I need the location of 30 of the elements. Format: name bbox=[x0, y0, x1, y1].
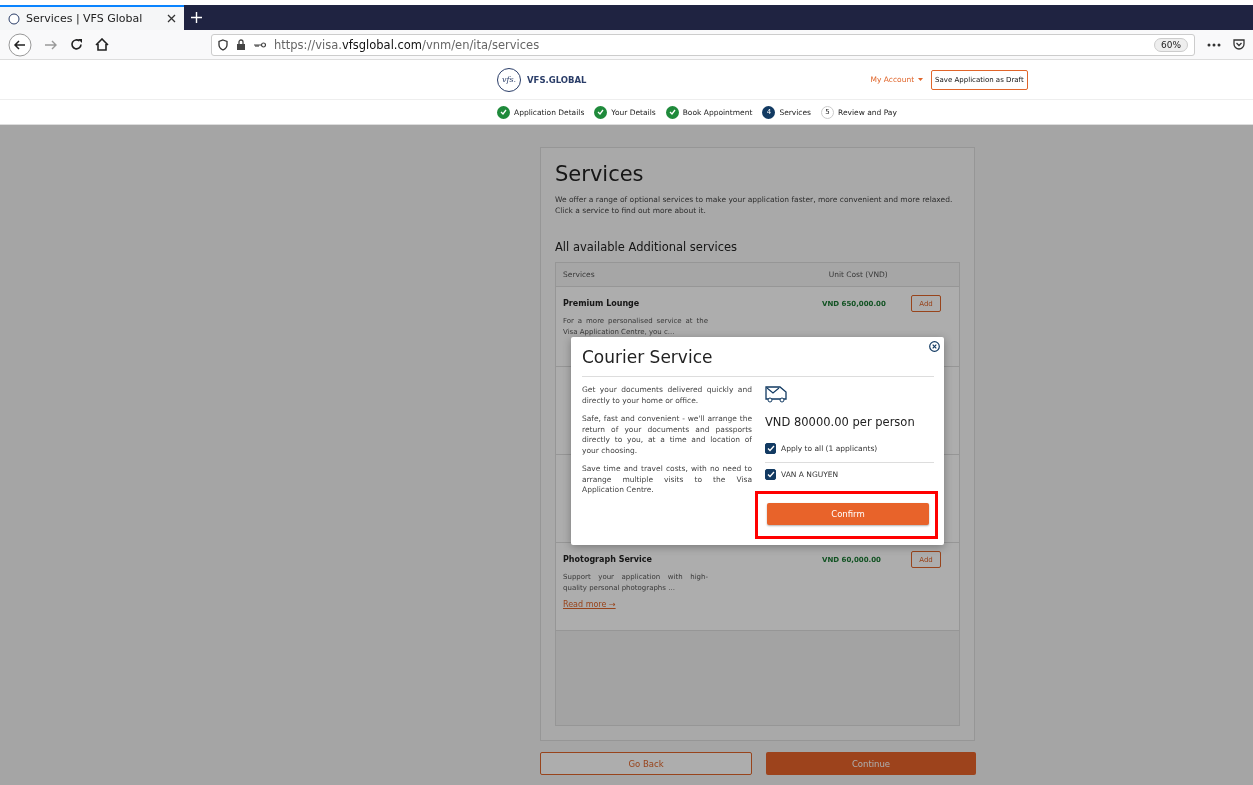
pocket-icon[interactable] bbox=[1233, 39, 1245, 50]
tab-title: Services | VFS Global bbox=[26, 12, 144, 25]
section-title: All available Additional services bbox=[555, 240, 739, 254]
service-name: Photograph Service bbox=[563, 555, 653, 564]
forward-arrow-icon[interactable] bbox=[44, 38, 58, 51]
checkbox[interactable] bbox=[765, 443, 776, 454]
continue-button[interactable]: Continue bbox=[766, 752, 976, 775]
service-name: Premium Lounge bbox=[563, 299, 641, 308]
dialog-price: VND 80000.00 per person bbox=[765, 415, 916, 429]
confirm-button[interactable]: Confirm bbox=[767, 503, 929, 525]
url-text: https://visa.vfsglobal.com/vnm/en/ita/services bbox=[274, 37, 540, 52]
browser-tab[interactable]: Services | VFS Global bbox=[0, 5, 184, 30]
close-icon[interactable] bbox=[167, 14, 176, 23]
close-icon[interactable] bbox=[929, 341, 940, 352]
checkbox[interactable] bbox=[765, 469, 776, 480]
shield-icon bbox=[218, 38, 228, 51]
home-icon[interactable] bbox=[95, 38, 109, 51]
reload-icon[interactable] bbox=[70, 38, 83, 51]
dialog-title: Courier Service bbox=[582, 347, 934, 377]
caret-icon bbox=[918, 78, 924, 81]
more-icon[interactable] bbox=[1207, 42, 1221, 47]
go-back-button[interactable]: Go Back bbox=[540, 752, 752, 775]
page-title: Services bbox=[555, 162, 645, 186]
van-icon bbox=[765, 385, 789, 403]
read-more-link[interactable]: Read more → bbox=[563, 600, 616, 609]
zoom-level[interactable]: 60% bbox=[1154, 37, 1188, 52]
key-icon bbox=[254, 41, 266, 48]
logo-text: VFS.GLOBAL bbox=[527, 74, 587, 85]
address-bar[interactable]: https://visa.vfsglobal.com/vnm/en/ita/services 60% bbox=[211, 33, 1195, 56]
lock-icon bbox=[236, 39, 246, 50]
